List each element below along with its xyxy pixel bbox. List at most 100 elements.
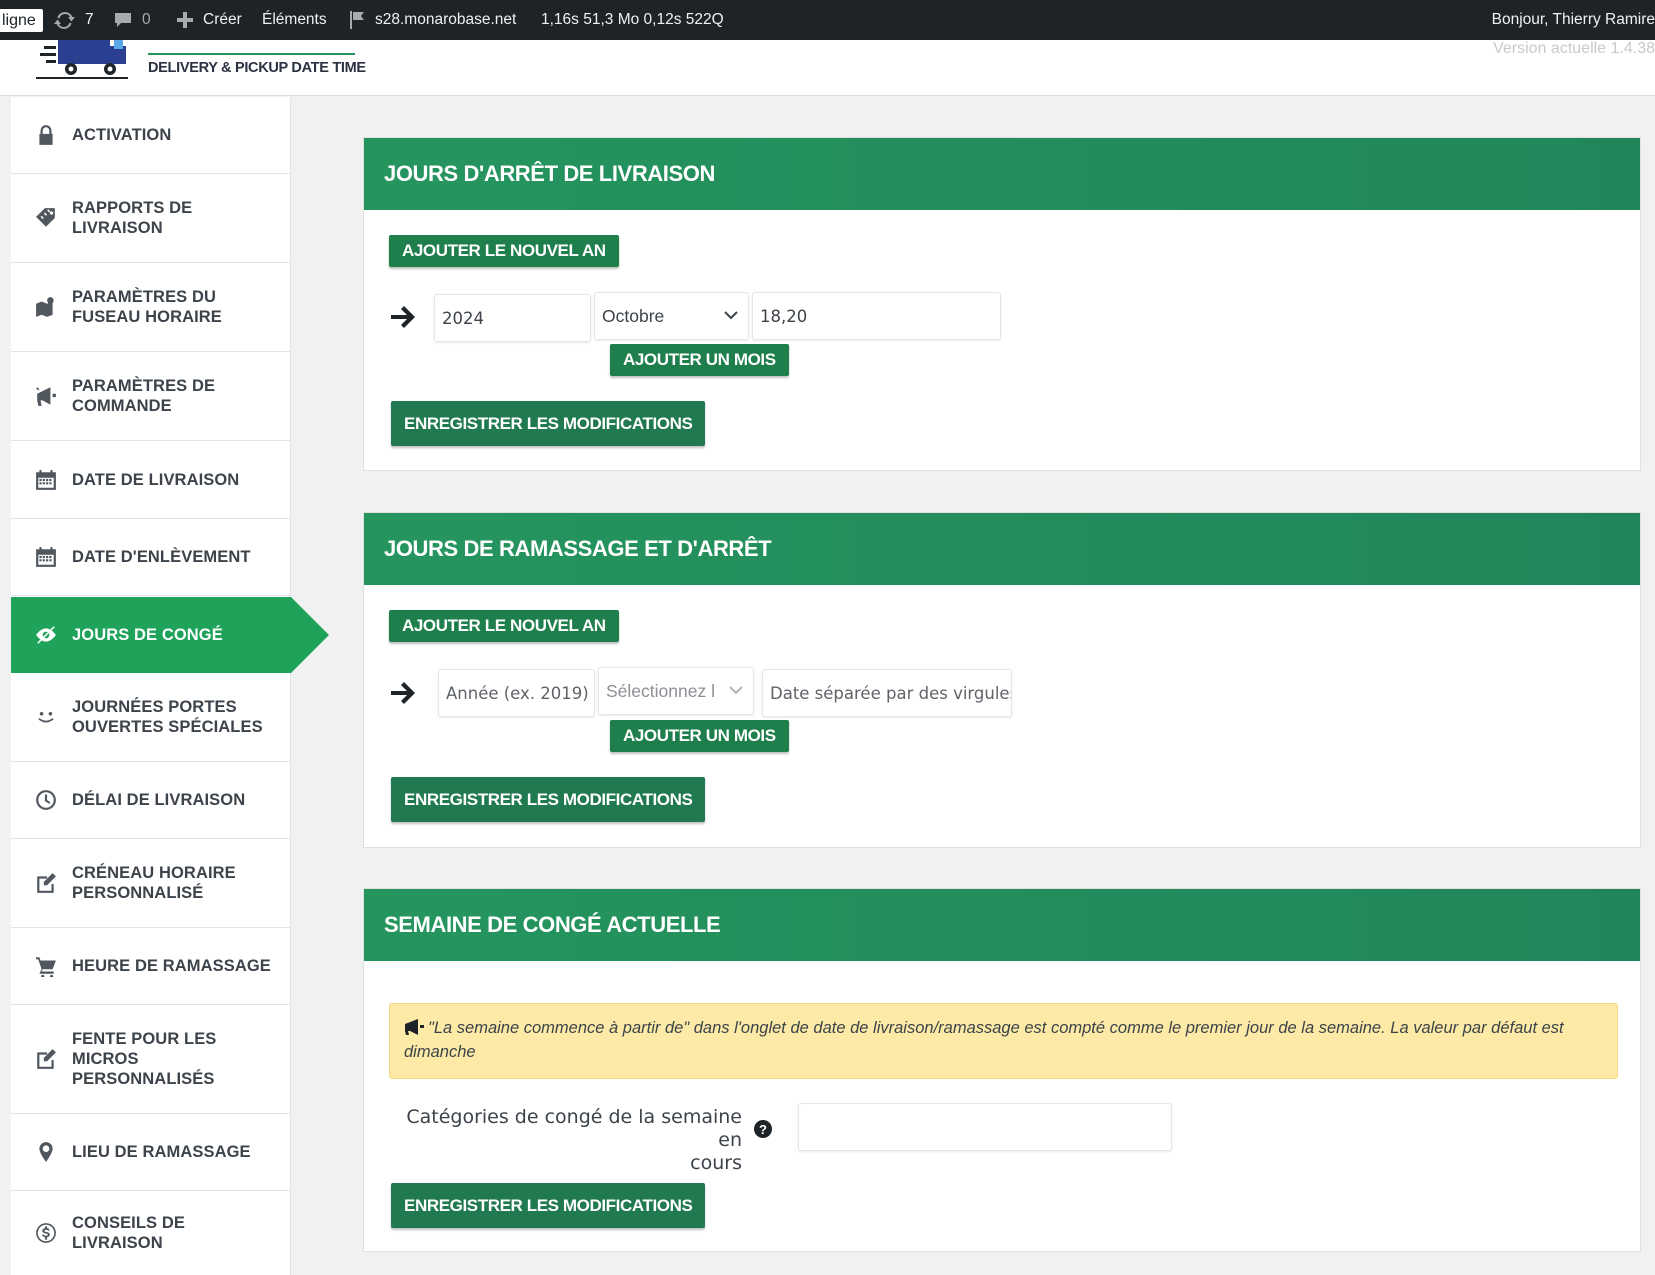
panel-title: Jours de ramassage et d'arrêt [384, 536, 772, 561]
elements-link[interactable]: Éléments [262, 0, 327, 40]
month-select-value: Octobre [602, 305, 665, 326]
info-notice: "La semaine commence à partir de" dans l… [389, 1003, 1618, 1079]
add-new-year-button[interactable]: AJOUTER LE NOUVEL AN [389, 610, 619, 642]
sidebar-item-delivery-delay[interactable]: Délai de livraison [11, 762, 291, 839]
plugin-version: Version actuelle 1.4.38 [1493, 40, 1655, 57]
clock-icon [35, 789, 57, 811]
admin-bar: ligne 7 0 Créer Éléments s28.monarobase.… [0, 0, 1655, 40]
add-month-button[interactable]: AJOUTER UN MOIS [610, 344, 789, 376]
plus-icon [177, 12, 193, 28]
dates-input[interactable]: 18,20 [752, 292, 1001, 340]
sidebar-item-label: Conseils de livraison [72, 1214, 185, 1252]
add-new-year-button[interactable]: AJOUTER LE NOUVEL AN [389, 235, 619, 267]
sidebar-item-special-open-days[interactable]: Journées portes ouvertes spéciales [11, 673, 291, 762]
edit-icon [35, 872, 57, 894]
panel-header: Semaine de congé actuelle [364, 889, 1640, 961]
panel-header: Jours d'arrêt de livraison [364, 138, 1640, 210]
smiley-icon [35, 706, 57, 728]
panel-delivery-off-days: Jours d'arrêt de livraison AJOUTER LE NO… [363, 137, 1641, 471]
month-select[interactable]: Octobre [594, 292, 749, 340]
sidebar-item-label: Heure de ramassage [72, 957, 271, 975]
settings-sidebar: Activation Rapports de livraison Paramèt… [11, 97, 329, 1275]
month-select[interactable]: Sélectionnez l [598, 667, 754, 715]
sidebar-item-delivery-tips[interactable]: Conseils de livraison [11, 1191, 291, 1275]
sidebar-item-custom-timeslot[interactable]: Créneau horaire personnalisé [11, 839, 291, 928]
delivery-truck-logo [40, 40, 126, 75]
comment-icon [115, 13, 131, 27]
sidebar-item-pickup-location[interactable]: Lieu de ramassage [11, 1114, 291, 1191]
tag-icon [35, 207, 57, 229]
lock-icon [35, 124, 57, 146]
sidebar-item-label: Paramètres de commande [72, 377, 216, 415]
sidebar-item-label: Délai de livraison [72, 791, 246, 809]
sidebar-item-label: Fente pour les micros personnalisés [72, 1030, 217, 1088]
comments-link[interactable]: 0 [113, 0, 151, 40]
sidebar-item-pickup-date[interactable]: Date d'enlèvement [11, 519, 291, 596]
arrow-right-icon [391, 306, 415, 328]
help-icon[interactable]: ? [754, 1120, 772, 1138]
sidebar-item-order-settings[interactable]: Paramètres de commande [11, 352, 291, 441]
sidebar-item-label: Date de livraison [72, 470, 240, 489]
year-input[interactable]: Année (ex. 2019) [438, 669, 595, 717]
dates-input[interactable]: Date séparée par des virgules [762, 669, 1012, 717]
sidebar-item-label: Rapports de livraison [72, 199, 193, 237]
sidebar-item-label: Activation [72, 126, 172, 144]
create-link[interactable]: Créer [176, 0, 242, 40]
map-marker-icon [35, 296, 57, 318]
sidebar-item-delivery-reports[interactable]: Rapports de livraison [11, 174, 291, 263]
chevron-down-icon [729, 686, 743, 695]
panel-title: Jours d'arrêt de livraison [384, 161, 715, 186]
sidebar-item-delivery-date[interactable]: Date de livraison [11, 441, 291, 519]
sidebar-item-label: Lieu de ramassage [72, 1143, 251, 1161]
notice-text: "La semaine commence à partir de" dans l… [404, 1019, 1564, 1061]
week-categories-label-line1: Catégories de congé de la semaine en [406, 1106, 742, 1151]
refresh-icon [54, 12, 75, 29]
account-greeting[interactable]: Bonjour, Thierry Ramire [1492, 0, 1655, 40]
title-accent-line [148, 53, 355, 55]
sidebar-item-pickup-time[interactable]: Heure de ramassage [11, 928, 291, 1005]
save-changes-button[interactable]: ENREGISTRER LES MODIFICATIONS [391, 777, 706, 822]
site-link[interactable]: s28.monarobase.net [348, 0, 516, 40]
save-changes-button[interactable]: ENREGISTRER LES MODIFICATIONS [391, 1183, 706, 1228]
sidebar-item-label: Jours de congé [72, 625, 223, 644]
sidebar-item-label: Paramètres du fuseau horaire [72, 288, 222, 326]
week-categories-label: Catégories de congé de la semaine en cou… [384, 1106, 742, 1175]
panel-current-week-off: Semaine de congé actuelle "La semaine co… [363, 888, 1641, 1252]
offline-badge[interactable]: ligne [0, 9, 43, 32]
year-input[interactable]: 2024 [434, 294, 591, 342]
megaphone-icon [35, 385, 57, 407]
location-pin-icon [35, 1141, 57, 1163]
sidebar-item-timezone[interactable]: Paramètres du fuseau horaire [11, 263, 291, 352]
cart-icon [35, 955, 57, 977]
month-select-placeholder: Sélectionnez l [606, 680, 715, 701]
sidebar-item-label: Journées portes ouvertes spéciales [72, 698, 263, 736]
week-categories-input[interactable] [798, 1103, 1172, 1151]
active-indicator-arrow [291, 597, 329, 673]
plugin-title: DELIVERY & PICKUP DATE TIME [148, 60, 366, 76]
sidebar-item-custom-micros[interactable]: Fente pour les micros personnalisés [11, 1005, 291, 1114]
sidebar-item-off-days[interactable]: Jours de congé [11, 597, 329, 673]
hidden-eye-icon [35, 624, 57, 646]
megaphone-icon [405, 1019, 424, 1035]
perf-stats[interactable]: 1,16s 51,3 Mo 0,12s 522Q [541, 0, 724, 40]
dollar-circle-icon [35, 1222, 57, 1244]
calendar-icon [35, 546, 57, 568]
sidebar-item-label: Créneau horaire personnalisé [72, 864, 236, 902]
save-changes-button[interactable]: ENREGISTRER LES MODIFICATIONS [391, 401, 706, 446]
create-label: Créer [203, 11, 242, 28]
chevron-down-icon [724, 311, 738, 320]
comments-count: 0 [142, 11, 151, 28]
flag-icon [350, 11, 364, 29]
panel-pickup-off-days: Jours de ramassage et d'arrêt AJOUTER LE… [363, 512, 1641, 848]
updates-link[interactable]: 7 [54, 0, 94, 40]
sidebar-item-activation[interactable]: Activation [11, 97, 291, 174]
panel-title: Semaine de congé actuelle [384, 912, 721, 937]
calendar-icon [35, 469, 57, 491]
site-name: s28.monarobase.net [375, 11, 517, 28]
logo-underline [36, 77, 128, 79]
add-month-button[interactable]: AJOUTER UN MOIS [610, 720, 789, 752]
sidebar-item-label: Date d'enlèvement [72, 548, 251, 566]
plugin-header: DELIVERY & PICKUP DATE TIME Version actu… [0, 40, 1655, 96]
edit-icon [35, 1048, 57, 1070]
panel-header: Jours de ramassage et d'arrêt [364, 513, 1640, 585]
